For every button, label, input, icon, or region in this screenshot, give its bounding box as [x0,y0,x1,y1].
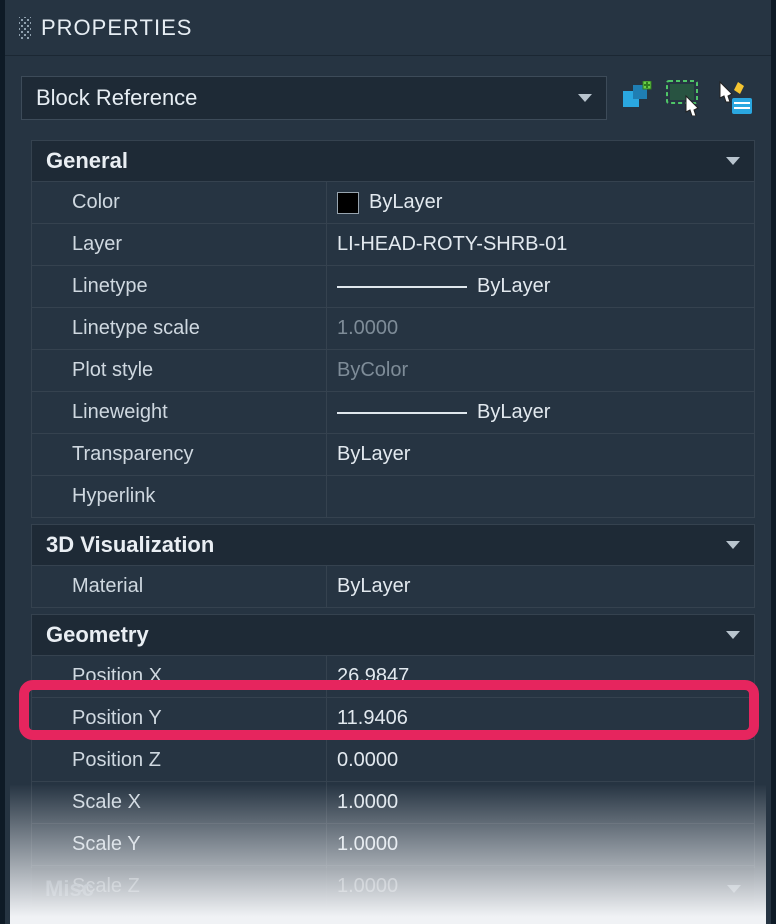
row-transparency[interactable]: Transparency ByLayer [32,434,754,476]
value-linetype-scale[interactable]: 1.0000 [327,308,754,349]
quick-select-icon[interactable] [665,77,707,119]
row-linetype-scale[interactable]: Linetype scale 1.0000 [32,308,754,350]
value-scale-z[interactable]: 1.0000 [327,866,754,907]
line-sample-icon [337,412,467,414]
row-scale-z[interactable]: Scale Z 1.0000 [32,866,754,908]
label-position-y: Position Y [32,698,327,739]
label-material: Material [32,566,327,607]
row-color[interactable]: Color ByLayer [32,182,754,224]
panel-titlebar: PROPERTIES [5,0,771,56]
label-layer: Layer [32,224,327,265]
value-position-y[interactable]: 11.9406 [327,698,754,739]
chevron-down-icon [578,94,592,102]
label-transparency: Transparency [32,434,327,475]
section-title: General [46,148,128,174]
value-position-z[interactable]: 0.0000 [327,740,754,781]
selector-row: Block Reference [5,56,771,134]
row-scale-x[interactable]: Scale X 1.0000 [32,782,754,824]
row-hyperlink[interactable]: Hyperlink [32,476,754,518]
label-hyperlink: Hyperlink [32,476,327,517]
row-position-z[interactable]: Position Z 0.0000 [32,740,754,782]
value-linetype[interactable]: ByLayer [327,266,754,307]
color-swatch-icon [337,192,359,214]
value-color[interactable]: ByLayer [327,182,754,223]
chevron-down-icon [726,631,740,639]
line-sample-icon [337,286,467,288]
section-header-general[interactable]: General [31,140,755,182]
toggle-pim-icon[interactable] [617,77,659,119]
quick-properties-icon[interactable] [713,77,755,119]
label-lineweight: Lineweight [32,392,327,433]
value-scale-y[interactable]: 1.0000 [327,824,754,865]
object-type-value: Block Reference [36,85,197,111]
value-hyperlink[interactable] [327,476,754,517]
label-color: Color [32,182,327,223]
row-scale-y[interactable]: Scale Y 1.0000 [32,824,754,866]
row-layer[interactable]: Layer LI-HEAD-ROTY-SHRB-01 [32,224,754,266]
value-lineweight[interactable]: ByLayer [327,392,754,433]
drag-grip-icon[interactable] [19,17,31,39]
row-linetype[interactable]: Linetype ByLayer [32,266,754,308]
label-position-z: Position Z [32,740,327,781]
row-plot-style[interactable]: Plot style ByColor [32,350,754,392]
value-layer[interactable]: LI-HEAD-ROTY-SHRB-01 [327,224,754,265]
section-title: 3D Visualization [46,532,214,558]
label-plot-style: Plot style [32,350,327,391]
chevron-down-icon [726,541,740,549]
object-type-dropdown[interactable]: Block Reference [21,76,607,120]
row-lineweight[interactable]: Lineweight ByLayer [32,392,754,434]
row-position-x[interactable]: Position X 26.9847 [32,656,754,698]
section-header-visualization[interactable]: 3D Visualization [31,524,755,566]
row-position-y[interactable]: Position Y 11.9406 [32,698,754,740]
value-transparency[interactable]: ByLayer [327,434,754,475]
toolbar-icons [617,77,755,119]
value-material[interactable]: ByLayer [327,566,754,607]
label-scale-z: Scale Z [32,866,327,907]
section-header-geometry[interactable]: Geometry [31,614,755,656]
panel-title: PROPERTIES [41,15,192,41]
label-position-x: Position X [32,656,327,697]
section-general-rows: Color ByLayer Layer LI-HEAD-ROTY-SHRB-01… [31,182,755,518]
label-scale-y: Scale Y [32,824,327,865]
value-plot-style[interactable]: ByColor [327,350,754,391]
chevron-down-icon [726,157,740,165]
label-linetype: Linetype [32,266,327,307]
value-scale-x[interactable]: 1.0000 [327,782,754,823]
value-position-x[interactable]: 26.9847 [327,656,754,697]
section-title: Geometry [46,622,149,648]
row-material[interactable]: Material ByLayer [32,566,754,608]
properties-panel: PROPERTIES Block Reference [0,0,776,924]
section-visualization-rows: Material ByLayer [31,566,755,608]
label-scale-x: Scale X [32,782,327,823]
label-linetype-scale: Linetype scale [32,308,327,349]
section-geometry-rows: Position X 26.9847 Position Y 11.9406 Po… [31,656,755,908]
